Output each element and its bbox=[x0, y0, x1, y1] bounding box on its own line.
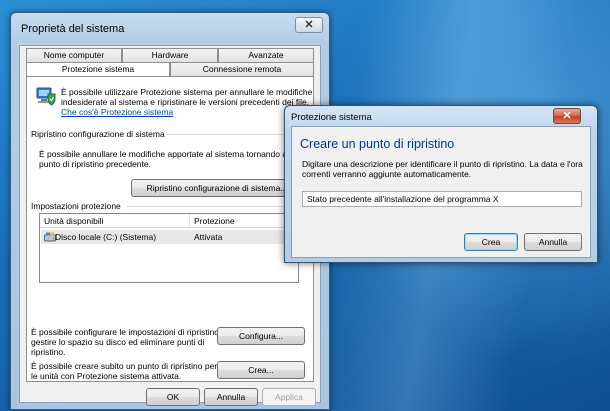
dialog-title: Protezione sistema bbox=[291, 112, 372, 123]
tab-hardware[interactable]: Hardware bbox=[122, 48, 218, 62]
tab-panel: È possibile utilizzare Protezione sistem… bbox=[26, 76, 314, 382]
configure-text-line-2: gestire lo spazio su disco ed eliminare … bbox=[31, 337, 205, 347]
restore-text-line-2: punto di ripristino precedente. bbox=[39, 159, 151, 169]
divider bbox=[127, 206, 307, 207]
create-text-line-1: È possibile creare subito un punto di ri… bbox=[31, 361, 218, 371]
system-properties-client: Nome computer Hardware Avanzate Protezio… bbox=[19, 45, 321, 406]
dialog-heading: Creare un punto di ripristino bbox=[300, 137, 455, 151]
configure-text-line-3: ripristino. bbox=[31, 347, 66, 357]
tab-label: Connessione remota bbox=[202, 64, 282, 74]
drive-protection-status: Attivata bbox=[194, 232, 223, 242]
table-row[interactable]: Disco locale (C:) (Sistema) Attivata bbox=[41, 230, 297, 244]
apply-button[interactable]: Applica bbox=[262, 388, 316, 406]
dialog-client: Creare un punto di ripristino Digitare u… bbox=[291, 126, 591, 258]
intro-text-line-1: È possibile utilizzare Protezione sistem… bbox=[61, 87, 313, 97]
dialog-cancel-button[interactable]: Annulla bbox=[524, 233, 582, 251]
tab-label: Hardware bbox=[151, 50, 189, 60]
tab-nome-computer[interactable]: Nome computer bbox=[26, 48, 122, 62]
button-label: Configura... bbox=[239, 331, 283, 341]
column-header-drives[interactable]: Unità disponibili bbox=[40, 214, 190, 228]
drives-list[interactable]: Unità disponibili Protezione Disco local… bbox=[39, 213, 299, 283]
button-label: OK bbox=[166, 392, 180, 402]
tab-protezione-sistema[interactable]: Protezione sistema bbox=[26, 62, 170, 76]
close-icon: ✕ bbox=[562, 110, 572, 122]
system-properties-window: Proprietà del sistema ✕ Nome computer Ha… bbox=[10, 12, 330, 410]
tab-label: Protezione sistema bbox=[61, 64, 135, 74]
drive-name: Disco locale (C:) (Sistema) bbox=[55, 232, 157, 242]
button-label: Crea... bbox=[248, 365, 274, 375]
dialog-create-button[interactable]: Crea bbox=[464, 233, 518, 251]
dialog-description-line-1: Digitare una descrizione per identificar… bbox=[302, 159, 583, 169]
dialog-description-line-2: correnti verranno aggiunte automaticamen… bbox=[302, 169, 472, 179]
button-label: Applica bbox=[275, 392, 303, 402]
button-label: Ripristino configurazione di sistema... bbox=[146, 183, 288, 193]
configure-text-line-1: È possibile configurare le impostazioni … bbox=[31, 327, 222, 337]
intro-text-line-2: indesiderate al sistema e ripristinare l… bbox=[61, 97, 310, 107]
cancel-button[interactable]: Annulla bbox=[204, 388, 258, 406]
restore-section-title: Ripristino configurazione di sistema bbox=[31, 129, 165, 139]
system-restore-button[interactable]: Ripristino configurazione di sistema... bbox=[131, 179, 303, 197]
header-label: Protezione bbox=[194, 216, 235, 226]
column-header-protection[interactable]: Protezione bbox=[190, 214, 298, 228]
close-icon: ✕ bbox=[304, 19, 314, 31]
create-restore-point-dialog: Protezione sistema ✕ Creare un punto di … bbox=[284, 105, 598, 263]
ok-button[interactable]: OK bbox=[146, 388, 200, 406]
create-restore-point-button[interactable]: Crea... bbox=[217, 361, 305, 379]
tab-avanzate[interactable]: Avanzate bbox=[218, 48, 314, 62]
tab-label: Nome computer bbox=[43, 50, 105, 60]
close-button[interactable]: ✕ bbox=[295, 17, 323, 33]
tab-connessione-remota[interactable]: Connessione remota bbox=[170, 62, 314, 76]
protection-section-title: Impostazioni protezione bbox=[31, 201, 121, 211]
system-protection-icon bbox=[36, 87, 56, 106]
window-title: Proprietà del sistema bbox=[21, 23, 125, 35]
button-label: Annulla bbox=[216, 392, 246, 402]
what-is-system-protection-link[interactable]: Che cos'è Protezione sistema bbox=[61, 107, 173, 117]
dialog-close-button[interactable]: ✕ bbox=[553, 108, 581, 124]
restore-point-description-input[interactable]: Stato precedente all'installazione del p… bbox=[302, 191, 582, 207]
configure-button[interactable]: Configura... bbox=[217, 327, 305, 345]
header-label: Unità disponibili bbox=[44, 216, 104, 226]
button-label: Annulla bbox=[538, 237, 568, 247]
create-text-line-2: le unità con Protezione sistema attivata… bbox=[31, 371, 182, 381]
button-label: Crea bbox=[481, 237, 501, 247]
restore-text-line-1: È possibile annullare le modifiche appor… bbox=[39, 149, 299, 159]
input-value: Stato precedente all'installazione del p… bbox=[307, 194, 499, 204]
tab-label: Avanzate bbox=[248, 50, 284, 60]
